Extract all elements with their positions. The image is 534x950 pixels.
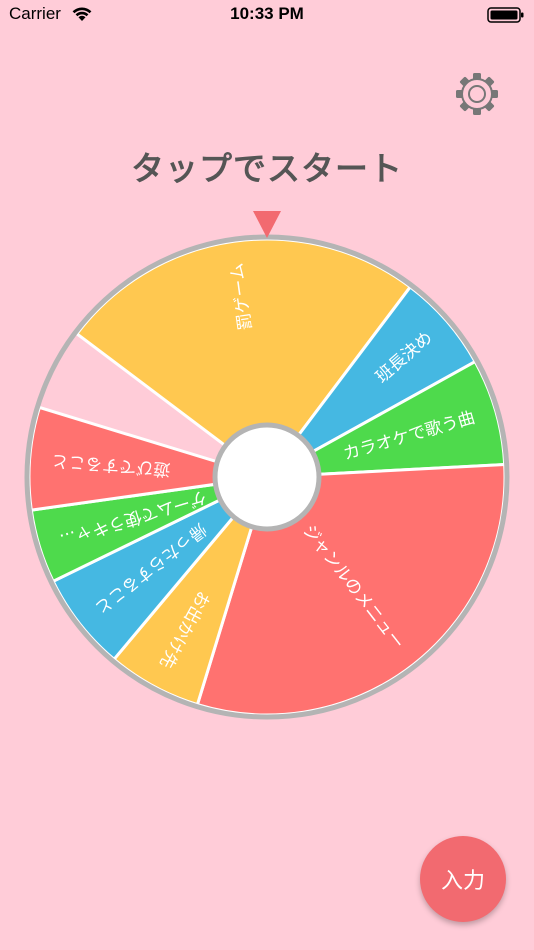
input-button[interactable]: 入力	[420, 836, 506, 922]
wheel-center-hub[interactable]	[212, 422, 322, 532]
roulette-wheel[interactable]: 罰ゲーム班長決めカラオケで歌う曲ジャンルのメニューお出かけ先帰ったらすることゲー…	[0, 0, 534, 950]
pointer-marker	[253, 211, 281, 238]
input-button-label: 入力	[440, 869, 485, 894]
